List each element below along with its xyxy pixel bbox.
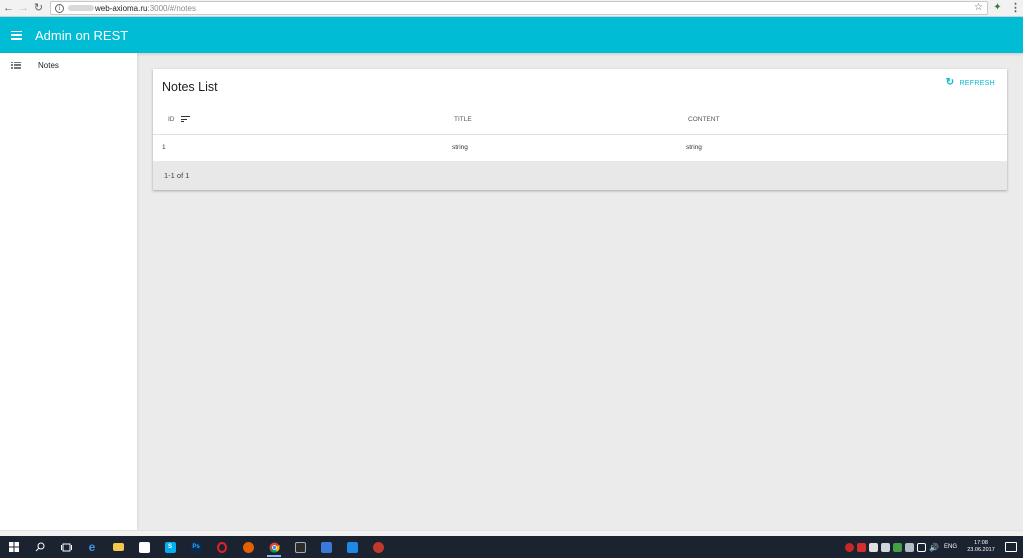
sidebar-item-label: Notes: [38, 60, 59, 70]
table-header: ID TITLE CONTENT: [153, 112, 1007, 135]
pagination-bar: 1-1 of 1: [153, 161, 1007, 190]
webstorm-icon[interactable]: [342, 537, 362, 557]
bookmark-star-icon[interactable]: ☆: [974, 2, 983, 14]
app-title: Admin on REST: [35, 27, 129, 43]
column-header-label: CONTENT: [688, 116, 720, 123]
column-header-content[interactable]: CONTENT: [688, 112, 719, 134]
hamburger-menu-icon[interactable]: [11, 30, 22, 40]
sort-icon[interactable]: [180, 116, 190, 123]
forward-icon[interactable]: →: [17, 2, 30, 15]
edge-browser-icon[interactable]: e: [82, 537, 102, 557]
reload-icon[interactable]: ↻: [32, 2, 45, 15]
pagination-range: 1-1 of 1: [164, 171, 190, 180]
url-host: web-axioma.ru: [95, 3, 148, 13]
cell-id: 1: [162, 144, 166, 151]
browser-menu-icon[interactable]: ⋮: [1010, 2, 1021, 14]
url-path: :3000/#/notes: [147, 3, 196, 13]
tray-display-icon[interactable]: [916, 542, 926, 552]
tray-app-icon[interactable]: [856, 542, 866, 552]
tray-usb-icon[interactable]: [868, 542, 878, 552]
sidebar: Notes: [0, 53, 137, 530]
tray-antivirus-icon[interactable]: [844, 542, 854, 552]
browser-toolbar: ← → ↻ i web-axioma.ru :3000/#/notes ☆ ✦ …: [0, 0, 1023, 17]
file-explorer-icon[interactable]: [108, 537, 128, 557]
column-header-id[interactable]: ID: [168, 112, 190, 134]
firefox-icon[interactable]: [238, 537, 258, 557]
cell-title: string: [452, 144, 468, 151]
clock-date: 23.06.2017: [967, 547, 995, 553]
system-tray: 🔊 ENG 17:08 23.06.2017: [842, 536, 1023, 558]
action-center-icon[interactable]: [1005, 542, 1017, 552]
input-language[interactable]: ENG: [944, 544, 957, 550]
editor-icon[interactable]: [316, 537, 336, 557]
tray-network-icon[interactable]: [904, 542, 914, 552]
extension-icon[interactable]: ✦: [992, 2, 1003, 13]
clock[interactable]: 17:08 23.06.2017: [965, 540, 997, 554]
clock-time: 17:08: [974, 540, 988, 546]
list-icon: [11, 61, 21, 69]
tray-battery-icon[interactable]: [880, 542, 890, 552]
refresh-label: REFRESH: [959, 79, 995, 87]
search-icon[interactable]: [30, 537, 50, 557]
store-icon[interactable]: [134, 537, 154, 557]
back-icon[interactable]: ←: [2, 2, 15, 15]
address-bar[interactable]: i web-axioma.ru :3000/#/notes ☆: [50, 1, 988, 15]
opera-icon[interactable]: [212, 537, 232, 557]
column-header-label: TITLE: [454, 116, 472, 123]
volume-icon[interactable]: 🔊: [929, 543, 939, 552]
task-view-icon[interactable]: [56, 537, 76, 557]
chrome-icon[interactable]: [264, 537, 284, 557]
tray-sync-icon[interactable]: [892, 542, 902, 552]
table-row[interactable]: 1 string string: [153, 136, 1007, 161]
taskbar: e S Ps 🔊 ENG 17:08 23.06.2017: [0, 536, 1023, 558]
page-title: Notes List: [162, 80, 218, 94]
info-icon[interactable]: i: [55, 3, 64, 13]
redacted-subdomain: [68, 5, 94, 11]
windows-start-icon[interactable]: [4, 537, 24, 557]
refresh-icon: ↻: [945, 77, 955, 88]
column-header-label: ID: [168, 116, 175, 123]
column-header-title[interactable]: TITLE: [454, 112, 472, 134]
terminal-icon[interactable]: [290, 537, 310, 557]
notes-list-card: Notes List ↻ REFRESH ID TITLE CONTENT 1 …: [153, 69, 1007, 190]
photoshop-icon[interactable]: Ps: [186, 537, 206, 557]
cell-content: string: [686, 144, 702, 151]
sidebar-item-notes[interactable]: Notes: [0, 53, 137, 77]
app-bar: Admin on REST: [0, 17, 1023, 53]
skype-icon[interactable]: S: [160, 537, 180, 557]
refresh-button[interactable]: ↻ REFRESH: [946, 78, 995, 88]
app-icon[interactable]: [368, 537, 388, 557]
